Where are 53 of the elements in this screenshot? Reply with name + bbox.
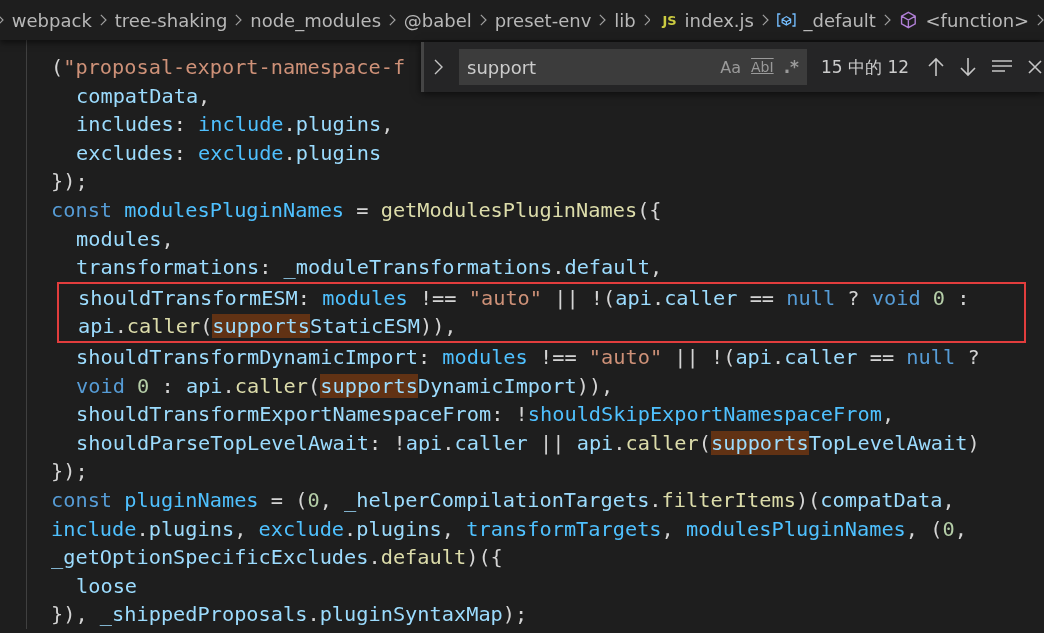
cube-icon (898, 9, 918, 31)
code-line: _getOptionSpecificExcludes.default)({ (51, 544, 503, 572)
code-line: void 0 : api.caller(supportsDynamicImport)), (76, 372, 614, 400)
close-icon[interactable] (1027, 59, 1044, 75)
down-arrow-icon[interactable] (959, 57, 978, 77)
code-line: loose (76, 572, 138, 600)
search-text: support (467, 56, 538, 78)
chevron-icon (479, 13, 487, 27)
file-type-icon: JS (662, 12, 677, 28)
chevron-icon (1037, 13, 1044, 27)
breadcrumb-item[interactable]: _default (803, 9, 876, 31)
code-line: includes: include.plugins, (76, 111, 394, 139)
code-line: modules, (76, 225, 174, 253)
breadcrumb-item[interactable]: index.js (684, 9, 754, 31)
search-option-button[interactable]: AbI (751, 59, 774, 75)
code-line: shouldParseTopLevelAwait: !api.caller || api.caller(supportsTopLevelAwait) (76, 429, 980, 457)
code-line: api.caller(supportsStaticESM)), (78, 313, 457, 341)
up-arrow-icon[interactable] (927, 57, 946, 77)
field-icon (776, 11, 796, 29)
chevron-icon (389, 13, 396, 27)
chevron-icon (761, 13, 769, 27)
chevron-icon (434, 59, 443, 75)
code-line: shouldTransformExportNamespaceFrom: !shouldSkipExportNamespaceFrom, (76, 401, 895, 429)
breadcrumb-item[interactable]: node_modules (250, 9, 382, 31)
code-line: include.plugins, exclude.plugins, transformTargets, modulesPluginNames, (0, (51, 515, 967, 543)
chevron-icon (99, 13, 107, 27)
code-line: excludes: exclude.plugins (76, 139, 382, 167)
search-option-button[interactable]: Aa (720, 57, 742, 77)
search-option-button[interactable]: .* (783, 57, 799, 77)
chevron-icon (643, 13, 651, 27)
breadcrumb-item[interactable]: preset-env (494, 9, 592, 31)
chevron-icon (883, 13, 891, 27)
code-line: }); (51, 458, 88, 486)
breadcrumb-item[interactable]: <function> (925, 9, 1030, 31)
breadcrumb-item[interactable]: webpack (11, 9, 92, 31)
code-line: shouldTransformDynamicImport: modules !== "auto" || !(api.caller == null ? (76, 343, 980, 371)
breadcrumb-item[interactable]: lib (614, 9, 636, 31)
chevron-icon (235, 13, 243, 27)
code-line: transformations: _moduleTransformations.default, (76, 254, 663, 282)
code-line: compatData, (76, 82, 211, 110)
code-line: ("proposal-export-namespace-f (51, 54, 406, 81)
lines-icon[interactable] (991, 59, 1014, 75)
search-field[interactable]: support Aa AbI .* (459, 49, 807, 85)
breadcrumb-item[interactable]: @babel (403, 9, 472, 31)
code-line: }), _shippedProposals.pluginSyntaxMap); (51, 601, 528, 629)
expand-toggle-button[interactable] (432, 59, 445, 75)
code-line: }); (51, 168, 88, 196)
code-line: const modulesPluginNames = getModulesPluginNames({ (51, 196, 662, 224)
code-line: const pluginNames = (0, _helperCompilationTargets.filterItems)(compatData, (51, 486, 955, 514)
chevron-icon (599, 13, 607, 27)
code-line: shouldTransformESM: modules !== "auto" || !(api.caller == null ? void 0 : (78, 284, 970, 312)
breadcrumb-item[interactable]: tree-shaking (114, 9, 228, 31)
match-count: 15 中的 12 (821, 55, 910, 79)
